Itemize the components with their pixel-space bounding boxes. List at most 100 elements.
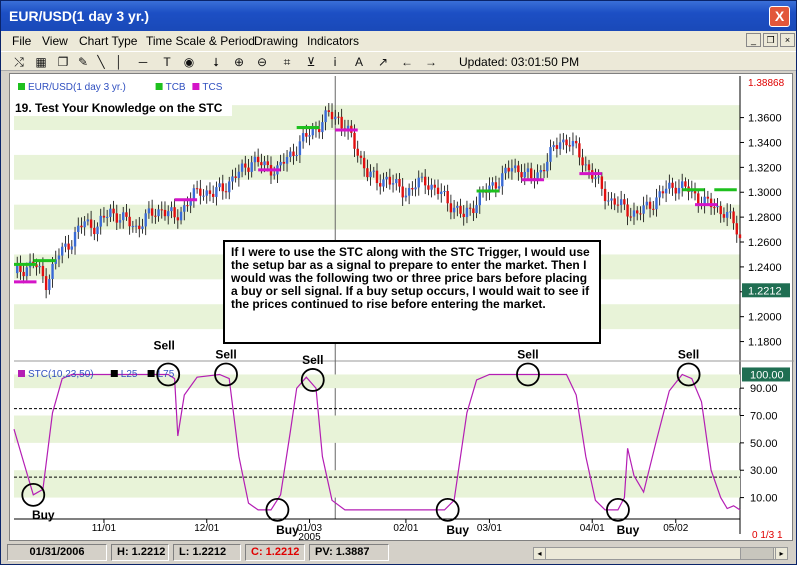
stc-tick-label: 50.00 (750, 438, 778, 450)
candle-body (240, 163, 244, 172)
line-tool-icon[interactable]: ╲ (93, 54, 109, 70)
candle-body (652, 208, 655, 210)
candle-body (404, 195, 408, 198)
candle-body (645, 201, 649, 206)
candle-body (619, 199, 623, 206)
candle-body (472, 208, 475, 214)
scroll-thumb[interactable] (740, 548, 774, 559)
candle-body (356, 148, 359, 156)
stc-tick-label: 90.00 (750, 383, 778, 395)
scroll-right-icon[interactable]: ▸ (775, 548, 787, 559)
price-tick-label: 1.2800 (748, 212, 782, 224)
candle-body (228, 181, 231, 193)
candle-body (48, 279, 51, 291)
price-tick-label: 1.1800 (748, 337, 782, 349)
target-icon[interactable]: ◉ (181, 54, 197, 70)
chart-area[interactable]: 1.3600 1.3400 1.3200 1.3000 1.2800 1.2600 1.24… (9, 73, 794, 543)
candle-body (131, 226, 135, 228)
candle-body (610, 198, 613, 201)
candle-body (668, 182, 671, 189)
edit-icon[interactable]: ✎ (75, 54, 91, 70)
horizontal-scrollbar[interactable]: ◂ ▸ (533, 547, 788, 560)
candle-body (639, 213, 642, 215)
zoom-in-icon[interactable]: ⊕ (231, 54, 247, 70)
menu-time-scale[interactable]: Time Scale & Period (146, 34, 255, 48)
text-tool-icon[interactable]: T (159, 54, 175, 70)
menu-indicators[interactable]: Indicators (307, 34, 359, 48)
title-bar[interactable]: EUR/USD(1 day 3 yr.) X (1, 1, 796, 31)
vertical-line-icon[interactable]: │ (111, 54, 127, 70)
fit-icon[interactable]: ⌗ (279, 54, 295, 70)
candle-body (658, 191, 661, 198)
candle-body (250, 162, 253, 172)
candle-body (109, 208, 112, 217)
trend-icon[interactable]: ↗ (375, 54, 391, 70)
restore-icon[interactable]: ❐ (763, 33, 778, 47)
menu-view[interactable]: View (42, 34, 68, 48)
candle-body (379, 183, 382, 187)
candle-body (542, 169, 546, 172)
close-doc-icon[interactable]: × (780, 33, 795, 47)
candle-body (411, 188, 414, 190)
candle-body (388, 176, 392, 185)
candle-body (44, 276, 48, 291)
candle-body (462, 213, 465, 218)
scale-icon[interactable]: ⊻ (303, 54, 319, 70)
candle-body (623, 199, 626, 205)
candle-body (674, 187, 677, 194)
zoom-out-icon[interactable]: ⊖ (254, 54, 270, 70)
candle-body (211, 193, 215, 197)
candle-body (157, 209, 160, 217)
candle-body (86, 219, 90, 222)
candle-body (420, 176, 424, 178)
copy-icon[interactable]: ❐ (55, 54, 71, 70)
stc-band (14, 415, 740, 443)
candle-body (517, 165, 520, 173)
left-arrow-icon[interactable]: ← (399, 54, 415, 70)
candle-body (99, 215, 102, 227)
candle-body (118, 220, 122, 223)
menu-drawing[interactable]: Drawing (254, 34, 298, 48)
candle-body (60, 246, 64, 256)
candle-body (260, 162, 263, 166)
down-arrow-icon[interactable]: ⭣ (208, 54, 224, 70)
candle-body (636, 210, 639, 214)
candle-body (375, 170, 379, 184)
crosshair-icon[interactable]: ⤭ (11, 54, 27, 70)
candle-body (433, 184, 437, 188)
date-axis: 11/01 12/01 01/03200502/01 03/01 04/01 05/020… (14, 518, 783, 543)
candle-body (468, 207, 472, 209)
candle-body (565, 139, 568, 146)
signal-label: Sell (517, 347, 538, 361)
right-arrow-icon[interactable]: → (423, 54, 439, 70)
minimize-icon[interactable]: _ (746, 33, 761, 47)
signal-label: Buy (446, 523, 469, 537)
chart-icon[interactable]: ▦ (33, 54, 49, 70)
candle-body (391, 183, 395, 185)
candle-body (195, 188, 199, 190)
candle-body (507, 167, 510, 172)
x-tick-label: 05/02 (663, 523, 688, 534)
candle-body (22, 271, 25, 277)
candle-body (295, 155, 298, 157)
candle-body (587, 164, 591, 171)
scroll-left-icon[interactable]: ◂ (534, 548, 546, 559)
stc-panel-bands (14, 374, 740, 498)
x-tick-label: 02/01 (393, 523, 418, 534)
menu-chart-type[interactable]: Chart Type (79, 34, 137, 48)
candle-body (684, 181, 687, 187)
candle-body (571, 140, 575, 147)
close-button[interactable]: X (769, 6, 790, 27)
horizontal-line-icon[interactable]: ─ (135, 54, 151, 70)
candle-body (122, 212, 125, 221)
candle-body (632, 210, 636, 217)
candle-body (154, 215, 157, 217)
candle-body (552, 145, 555, 148)
window-title: EUR/USD(1 day 3 yr.) (9, 8, 150, 24)
candle-body (125, 212, 128, 217)
menu-file[interactable]: File (12, 34, 31, 48)
candle-body (655, 197, 658, 210)
info-icon[interactable]: ⅰ (327, 54, 343, 70)
font-icon[interactable]: A (351, 54, 367, 70)
status-low: L: 1.2212 (173, 544, 241, 561)
